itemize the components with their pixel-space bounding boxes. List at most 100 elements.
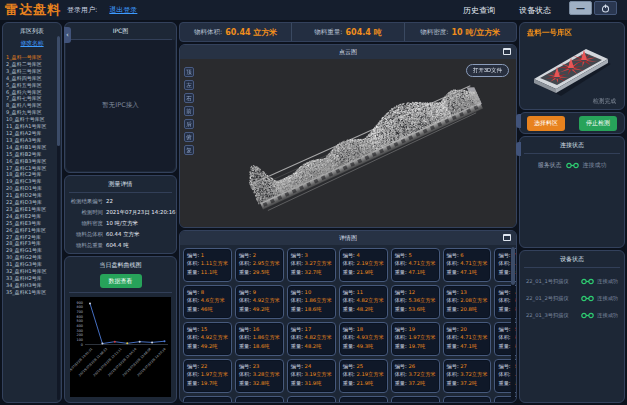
zone-list-item[interactable]: 18_盘料C2号库 [3, 171, 61, 178]
detail-card[interactable]: 编号: 19体积: 1.97立方米重量: 19.7吨 [391, 322, 440, 356]
zone-list-item[interactable]: 29_盘料G1号库 [3, 247, 61, 254]
zone-list-item[interactable]: 4_盘料四号库区 [3, 75, 61, 82]
view-button[interactable]: 复 [184, 145, 194, 155]
zone-list-item[interactable]: 14_盘料B1号库区 [3, 144, 61, 151]
collapse-sidebar-button[interactable]: ‹ [64, 27, 71, 43]
app-title: 雷达盘料 [0, 1, 67, 19]
detail-card[interactable]: 编号: 12体积: 5.36立方米重量: 53.6吨 [391, 285, 440, 319]
detail-card[interactable] [339, 396, 388, 402]
detail-grid-panel: 详情图 编号: 1体积: 1.11立方米重量: 11.1吨编号: 2体积: 2.… [179, 230, 517, 403]
device-status-button[interactable]: 设备状态 [519, 5, 551, 16]
detail-card[interactable]: 编号: 17体积: 4.82立方米重量: 48.2吨 [287, 322, 336, 356]
svg-text:900: 900 [77, 301, 83, 305]
detail-card[interactable]: 编号: 16体积: 1.86立方米重量: 18.6吨 [235, 322, 284, 356]
zone-list-item[interactable]: 8_盘料八号库区 [3, 102, 61, 109]
zone-list-item[interactable]: 26_盘料F1号库区 [3, 227, 61, 234]
collapse-right-button[interactable] [516, 142, 521, 156]
zone-list-item[interactable]: 34_盘料H3号库 [3, 282, 61, 289]
ipc-empty-text: 暂无IPC接入 [102, 101, 138, 110]
zone-list-item[interactable]: 7_盘料七号库区 [3, 95, 61, 102]
zone-list-item[interactable]: 25_盘料E3号库 [3, 220, 61, 227]
detail-card[interactable]: 编号: 27体积: 3.72立方米重量: 37.2吨 [443, 359, 492, 393]
zone-list-item[interactable]: 22_盘料D3号库 [3, 199, 61, 206]
view-button[interactable]: 前 [184, 106, 194, 116]
detail-card[interactable] [183, 396, 232, 402]
detail-card[interactable]: 编号: 22体积: 1.97立方米重量: 19.7吨 [183, 359, 232, 393]
detail-card[interactable] [235, 396, 284, 402]
detail-grid-scrollbar[interactable] [511, 247, 515, 400]
zone-list-item[interactable]: 24_盘料E2号库 [3, 213, 61, 220]
detail-card[interactable]: 编号: 6体积: 4.71立方米重量: 47.1吨 [443, 248, 492, 282]
maximize-icon[interactable] [503, 48, 511, 55]
detail-card[interactable]: 编号: 8体积: 4.6立方米重量: 46吨 [183, 285, 232, 319]
zone-list-item[interactable]: 16_盘料B3号库区 [3, 158, 61, 165]
zone-list-item[interactable]: 6_盘料六号库区 [3, 89, 61, 96]
view-button[interactable]: 顶 [184, 67, 194, 77]
zone-list-item[interactable]: 10_盘料十号库区 [3, 116, 61, 123]
view-button[interactable]: 俯 [184, 132, 194, 142]
zone-list-item[interactable]: 17_盘料C1号库区 [3, 165, 61, 172]
detail-card[interactable]: 编号: 23体积: 3.28立方米重量: 32.8吨 [235, 359, 284, 393]
detail-card[interactable]: 编号: 26体积: 3.72立方米重量: 37.2吨 [391, 359, 440, 393]
detail-card[interactable]: 编号: 3体积: 3.27立方米重量: 32.7吨 [287, 248, 336, 282]
zone-list-item[interactable]: 33_盘料H2号库 [3, 275, 61, 282]
detail-card[interactable]: 编号: 2体积: 2.95立方米重量: 29.5吨 [235, 248, 284, 282]
zone-list-item[interactable]: 1_盘料一号库区 [3, 54, 61, 61]
zone-list-item[interactable]: 30_盘料G2号库 [3, 254, 61, 261]
maximize-icon[interactable] [503, 234, 511, 241]
edit-name-link[interactable]: 修改名称 [3, 39, 61, 51]
ipc-panel: IPC图 暂无IPC接入 [64, 22, 177, 173]
detail-card[interactable]: 编号: 20体积: 4.71立方米重量: 47.1吨 [443, 322, 492, 356]
detail-card[interactable]: 编号: 4体积: 2.19立方米重量: 21.9吨 [339, 248, 388, 282]
pointcloud-canvas[interactable] [180, 59, 514, 227]
zone-list-item[interactable]: 3_盘料三号库区 [3, 68, 61, 75]
detail-card[interactable]: 编号: 15体积: 4.92立方米重量: 49.2吨 [183, 322, 232, 356]
zone-list-item[interactable]: 12_盘料A2号库 [3, 130, 61, 137]
zone-list-item[interactable]: 19_盘料C3号库 [3, 178, 61, 185]
detail-card[interactable]: 编号: 5体积: 4.71立方米重量: 47.1吨 [391, 248, 440, 282]
collapse-right-button[interactable] [516, 114, 521, 128]
power-button[interactable] [594, 1, 617, 15]
minimize-button[interactable]: — [569, 1, 592, 15]
measure-title: 测量详情 [65, 176, 176, 192]
zone-list-item[interactable]: 15_盘料B2号库 [3, 151, 61, 158]
zone-list-scrollbar[interactable] [57, 36, 60, 400]
detail-card[interactable]: 编号: 1体积: 1.11立方米重量: 11.1吨 [183, 248, 232, 282]
detail-card[interactable]: 编号: 11体积: 4.82立方米重量: 48.2吨 [339, 285, 388, 319]
zone-list-item[interactable]: 27_盘料F2号库 [3, 234, 61, 241]
detail-card[interactable] [443, 396, 492, 402]
view-button[interactable]: 后 [184, 119, 194, 129]
zone-list-item[interactable]: 32_盘料H1号库区 [3, 268, 61, 275]
logout-link[interactable]: 退出登录 [109, 5, 137, 15]
zone-list-item[interactable]: 23_盘料E1号库区 [3, 206, 61, 213]
zone-list-item[interactable]: 31_盘料G3号库 [3, 261, 61, 268]
stop-detect-button[interactable]: 停止检测 [579, 116, 617, 131]
open-3d-file-button[interactable]: 打开3D文件 [466, 64, 509, 77]
view-button[interactable]: 左 [184, 80, 194, 90]
detail-card[interactable] [391, 396, 440, 402]
zone-list: 1_盘料一号库区2_盘料二号库区3_盘料三号库区4_盘料四号库区5_盘料五号库区… [3, 51, 61, 402]
zone-list-item[interactable]: 20_盘料D1号库 [3, 185, 61, 192]
detail-card[interactable]: 编号: 24体积: 3.19立方米重量: 31.9吨 [287, 359, 336, 393]
detail-grid-title: 详情图 [180, 234, 516, 243]
zone-list-item[interactable]: 5_盘料五号库区 [3, 82, 61, 89]
zone-list-item[interactable]: 28_盘料F3号库 [3, 240, 61, 247]
connection-title: 连接状态 [520, 137, 624, 153]
detail-card[interactable]: 编号: 25体积: 2.19立方米重量: 21.9吨 [339, 359, 388, 393]
zone-list-item[interactable]: 11_盘料A1号库区 [3, 123, 61, 130]
view-button[interactable]: 右 [184, 93, 194, 103]
detail-card[interactable]: 编号: 18体积: 4.93立方米重量: 49.3吨 [339, 322, 388, 356]
zone-buttons-panel: 选择料区 停止检测 [519, 112, 625, 134]
daily-view-button[interactable]: 数据查看 [100, 274, 142, 288]
detail-card[interactable] [287, 396, 336, 402]
select-zone-button[interactable]: 选择料区 [527, 116, 565, 131]
zone-list-item[interactable]: 13_盘料A3号库 [3, 137, 61, 144]
zone-list-item[interactable]: 2_盘料二号库区 [3, 61, 61, 68]
detail-card[interactable]: 编号: 10体积: 1.86立方米重量: 18.6吨 [287, 285, 336, 319]
zone-list-item[interactable]: 35_盘料K1号库区 [3, 289, 61, 296]
zone-list-item[interactable]: 9_盘料九号库区 [3, 109, 61, 116]
detail-card[interactable]: 编号: 13体积: 2.08立方米重量: 20.8吨 [443, 285, 492, 319]
zone-list-item[interactable]: 21_盘料D2号库 [3, 192, 61, 199]
history-query-button[interactable]: 历史查询 [463, 5, 495, 16]
detail-card[interactable]: 编号: 9体积: 4.92立方米重量: 49.2吨 [235, 285, 284, 319]
